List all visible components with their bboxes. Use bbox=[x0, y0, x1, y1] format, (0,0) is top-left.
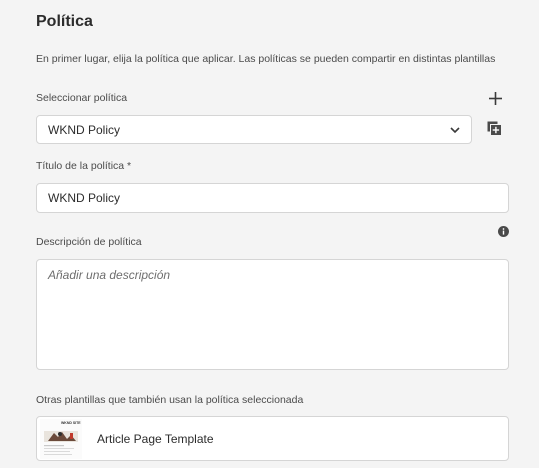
select-policy-label: Seleccionar política bbox=[36, 92, 128, 104]
policy-title-input[interactable]: WKND Policy bbox=[36, 183, 509, 213]
panel-title: Política bbox=[36, 13, 93, 30]
thumbnail-caption: WKND SITE bbox=[61, 420, 81, 425]
panel-description: En primer lugar, elija la política que a… bbox=[36, 53, 496, 65]
policy-description-label: Descripción de política bbox=[36, 236, 142, 248]
chevron-down-icon bbox=[449, 124, 461, 136]
plus-icon[interactable] bbox=[487, 90, 503, 106]
template-name: Article Page Template bbox=[97, 431, 214, 446]
policy-select[interactable]: WKND Policy bbox=[36, 115, 472, 144]
template-item[interactable]: WKND SITE Article Page Template bbox=[36, 416, 509, 461]
other-templates-label: Otras plantillas que también usan la pol… bbox=[36, 394, 304, 406]
policy-description-textarea[interactable]: Añadir una descripción bbox=[36, 259, 509, 370]
info-icon[interactable] bbox=[496, 224, 510, 238]
template-thumbnail: WKND SITE bbox=[40, 418, 82, 459]
duplicate-icon[interactable] bbox=[486, 120, 502, 136]
policy-description-placeholder: Añadir una descripción bbox=[48, 268, 171, 282]
policy-title-label: Título de la política * bbox=[36, 160, 132, 172]
policy-title-value: WKND Policy bbox=[48, 191, 121, 205]
policy-select-value: WKND Policy bbox=[48, 122, 121, 137]
